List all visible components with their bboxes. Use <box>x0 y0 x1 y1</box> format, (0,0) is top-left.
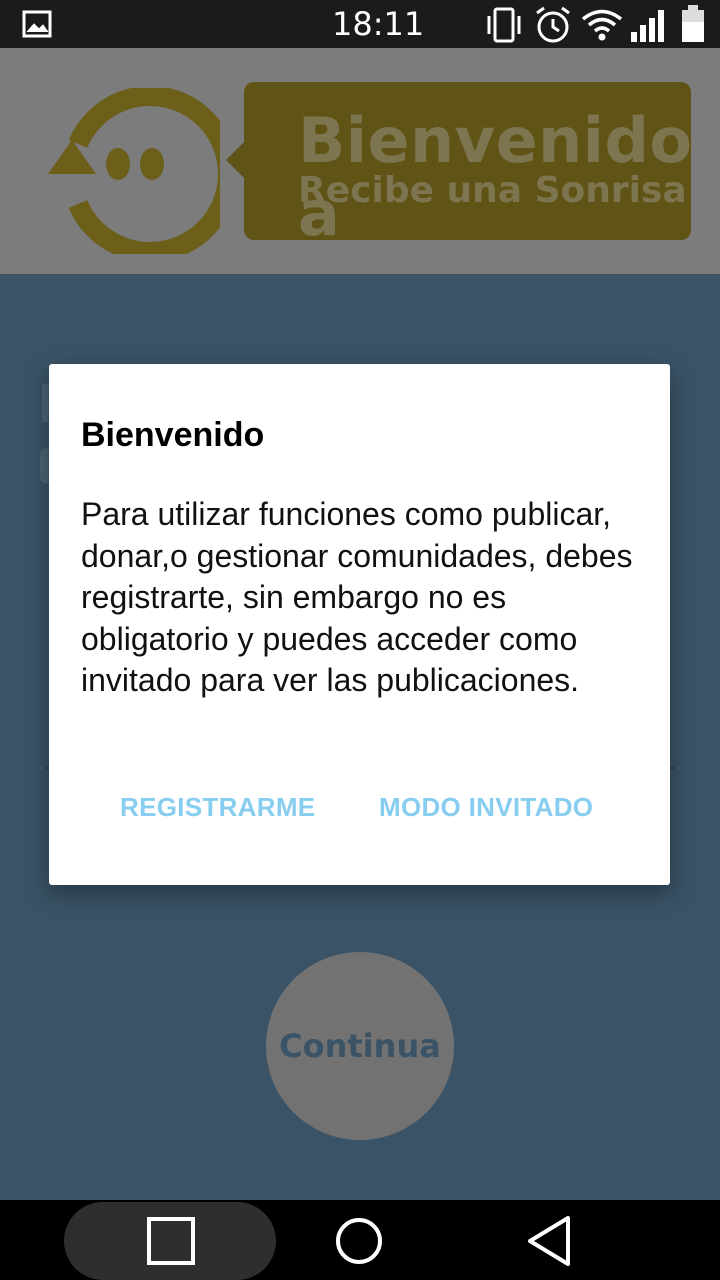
alarm-icon <box>533 5 573 50</box>
signal-icon <box>630 6 670 49</box>
home-icon[interactable] <box>334 1216 384 1271</box>
wifi-icon <box>581 8 623 47</box>
vibrate-icon <box>484 6 524 49</box>
guest-mode-button[interactable]: MODO INVITADO <box>379 792 593 823</box>
continue-button[interactable]: Continua <box>266 952 454 1140</box>
banner-pointer <box>226 140 246 180</box>
recents-icon[interactable] <box>146 1216 196 1271</box>
image-icon <box>22 10 52 43</box>
status-time: 18:11 <box>332 5 425 43</box>
smile-logo-icon <box>44 86 238 262</box>
register-button[interactable]: REGISTRARME <box>120 792 315 823</box>
banner-subtitle: Recibe una Sonrisa <box>298 170 687 211</box>
dialog-title: Bienvenido <box>81 416 265 454</box>
battery-icon <box>680 4 706 49</box>
welcome-dialog: Bienvenido Para utilizar funciones como … <box>49 364 670 885</box>
back-icon[interactable] <box>524 1214 574 1273</box>
dialog-message: Para utilizar funciones como publicar, d… <box>81 496 633 698</box>
status-bar: 18:11 <box>0 0 720 48</box>
